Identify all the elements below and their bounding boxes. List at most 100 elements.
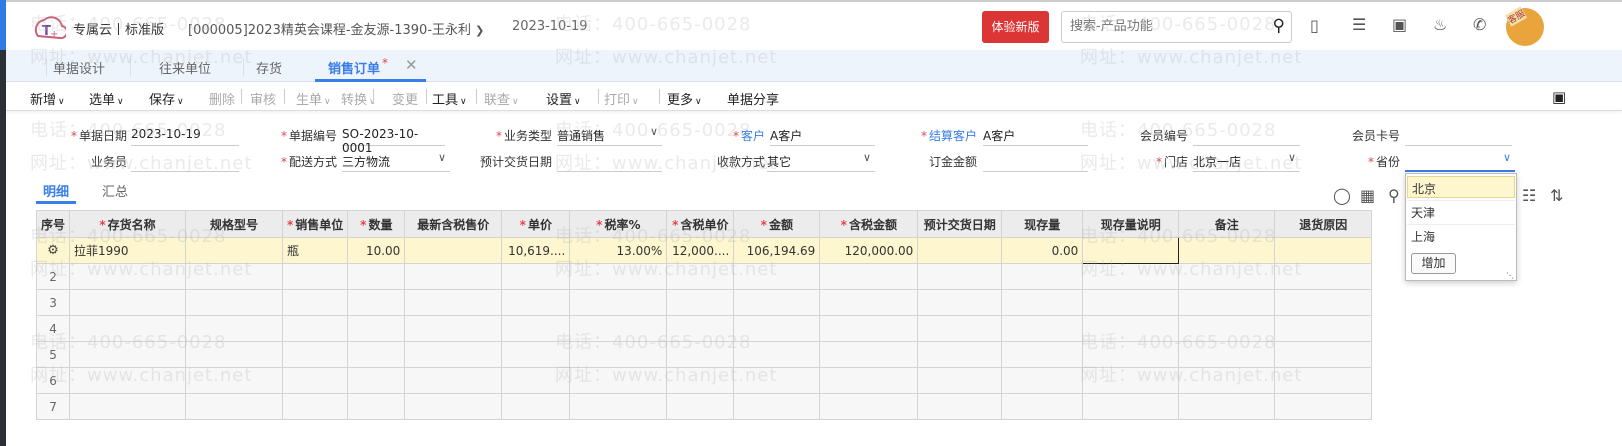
phone-icon[interactable]: ✆ [1473,15,1486,34]
table-cell[interactable] [404,263,503,290]
table-cell[interactable]: 5 [35,341,71,368]
table-cell[interactable] [404,367,503,394]
table-cell[interactable] [917,367,1003,394]
table-cell[interactable] [347,315,406,342]
table-cell[interactable] [347,289,406,316]
toolbar-13-button[interactable]: 单据分享 [727,89,779,108]
toolbar-5-button[interactable]: 生单 ∨ [296,89,331,108]
table-cell[interactable] [569,263,668,290]
tab-summary[interactable]: 汇总 [102,181,128,200]
table-cell[interactable] [1178,341,1276,368]
tab-sales-order[interactable]: 销售订单 * ✕ [315,50,426,82]
table-cell[interactable] [733,289,821,316]
table-cell[interactable] [666,289,735,316]
table-cell[interactable] [666,341,735,368]
table-cell[interactable] [69,367,187,394]
scan-icon[interactable]: ▦ [1360,186,1375,205]
column-header[interactable]: * 销售单位 [282,210,349,238]
table-cell[interactable] [733,367,821,394]
customer-service-avatar[interactable]: 客服 [1504,6,1544,46]
table-cell[interactable] [1082,289,1180,316]
add-option-button[interactable]: 增加 [1411,253,1456,274]
table-cell[interactable] [282,289,349,316]
table-cell[interactable] [917,263,1003,290]
column-header[interactable]: * 金额 [733,210,821,238]
column-settings-icon[interactable]: ☷ [1522,186,1536,205]
table-cell[interactable] [404,289,503,316]
account-selector[interactable]: [000005]2023精英会课程-金友源-1390-王永利 ❯ [188,19,484,38]
table-cell[interactable] [1178,393,1276,420]
column-header[interactable]: 规格型号 [185,210,284,238]
table-cell[interactable] [347,263,406,290]
table-cell[interactable]: 106,194.69 [733,237,821,264]
table-cell[interactable]: ⚙ [35,237,71,264]
table-cell[interactable] [733,263,821,290]
table-cell[interactable] [404,341,503,368]
table-cell[interactable] [1178,263,1276,290]
column-header[interactable]: * 含税单价 [666,210,735,238]
column-header[interactable]: 序号 [35,210,71,238]
toolbar-10-button[interactable]: 设置 ∨ [546,89,581,108]
table-cell[interactable] [819,367,919,394]
search-input[interactable] [1070,12,1260,40]
table-cell[interactable] [917,393,1003,420]
toolbar-8-button[interactable]: 工具 ∨ [432,89,467,108]
doc-no-input[interactable]: SO-2023-10-0001 [342,124,445,155]
table-cell[interactable] [917,237,1003,264]
column-header[interactable]: 预计交货日期 [917,210,1003,238]
table-cell[interactable] [733,341,821,368]
table-cell[interactable] [1082,393,1180,420]
search-icon[interactable]: ⚲ [1273,16,1285,36]
try-new-version-button[interactable]: 体验新版 [982,11,1049,43]
table-cell[interactable] [185,341,284,368]
table-row[interactable]: 6 [35,367,1373,394]
resize-handle[interactable]: ⋱ [1506,271,1514,280]
toolbar-6-button[interactable]: 转换∨ [341,89,376,108]
table-row[interactable]: 7 [35,393,1373,420]
column-header[interactable]: 最新含税售价 [404,210,503,238]
table-cell[interactable] [69,263,187,290]
tab-detail[interactable]: 明细 [36,180,76,204]
table-cell[interactable] [404,393,503,420]
table-cell[interactable] [569,393,668,420]
table-cell[interactable] [569,341,668,368]
table-cell[interactable] [1178,367,1276,394]
table-cell[interactable] [1274,341,1373,368]
toolbar-11-button[interactable]: 打印 ∨ [604,89,639,108]
table-cell[interactable]: 7 [35,393,71,420]
toolbar-2-button[interactable]: 保存 ∨ [149,89,184,108]
column-header[interactable]: 现存量 [1001,210,1084,238]
close-tab-icon[interactable]: ✕ [405,56,418,74]
lightbulb-icon[interactable]: ◯ [1333,186,1351,205]
toolbar-4-button[interactable]: 审核 [250,89,276,108]
table-cell[interactable] [1274,237,1373,264]
member-card-input[interactable] [1405,124,1512,146]
table-cell[interactable] [1274,315,1373,342]
table-cell[interactable] [185,315,284,342]
table-cell[interactable] [282,341,349,368]
table-cell[interactable] [819,315,919,342]
column-header[interactable]: * 存货名称 [69,210,187,238]
column-header[interactable]: 备注 [1178,210,1276,238]
table-cell[interactable] [501,367,571,394]
table-cell[interactable] [666,393,735,420]
camera-icon[interactable]: ▣ [1552,88,1566,106]
table-cell[interactable] [666,367,735,394]
table-cell[interactable] [666,263,735,290]
table-cell[interactable] [819,263,919,290]
table-cell[interactable] [733,315,821,342]
table-cell[interactable] [501,289,571,316]
table-cell[interactable]: 6 [35,367,71,394]
table-cell[interactable]: 4 [35,315,71,342]
table-cell[interactable] [501,263,571,290]
toolbar-7-button[interactable]: 变更 [392,89,418,108]
table-cell[interactable]: 120,000.00 [819,237,919,264]
table-cell[interactable] [1082,315,1180,342]
table-row[interactable]: 5 [35,341,1373,368]
table-cell[interactable] [282,263,349,290]
table-cell[interactable] [185,393,284,420]
table-cell[interactable] [1082,263,1180,290]
table-cell[interactable]: 12,000.... [666,237,735,264]
table-cell[interactable] [1274,367,1373,394]
table-cell[interactable] [1082,237,1180,264]
